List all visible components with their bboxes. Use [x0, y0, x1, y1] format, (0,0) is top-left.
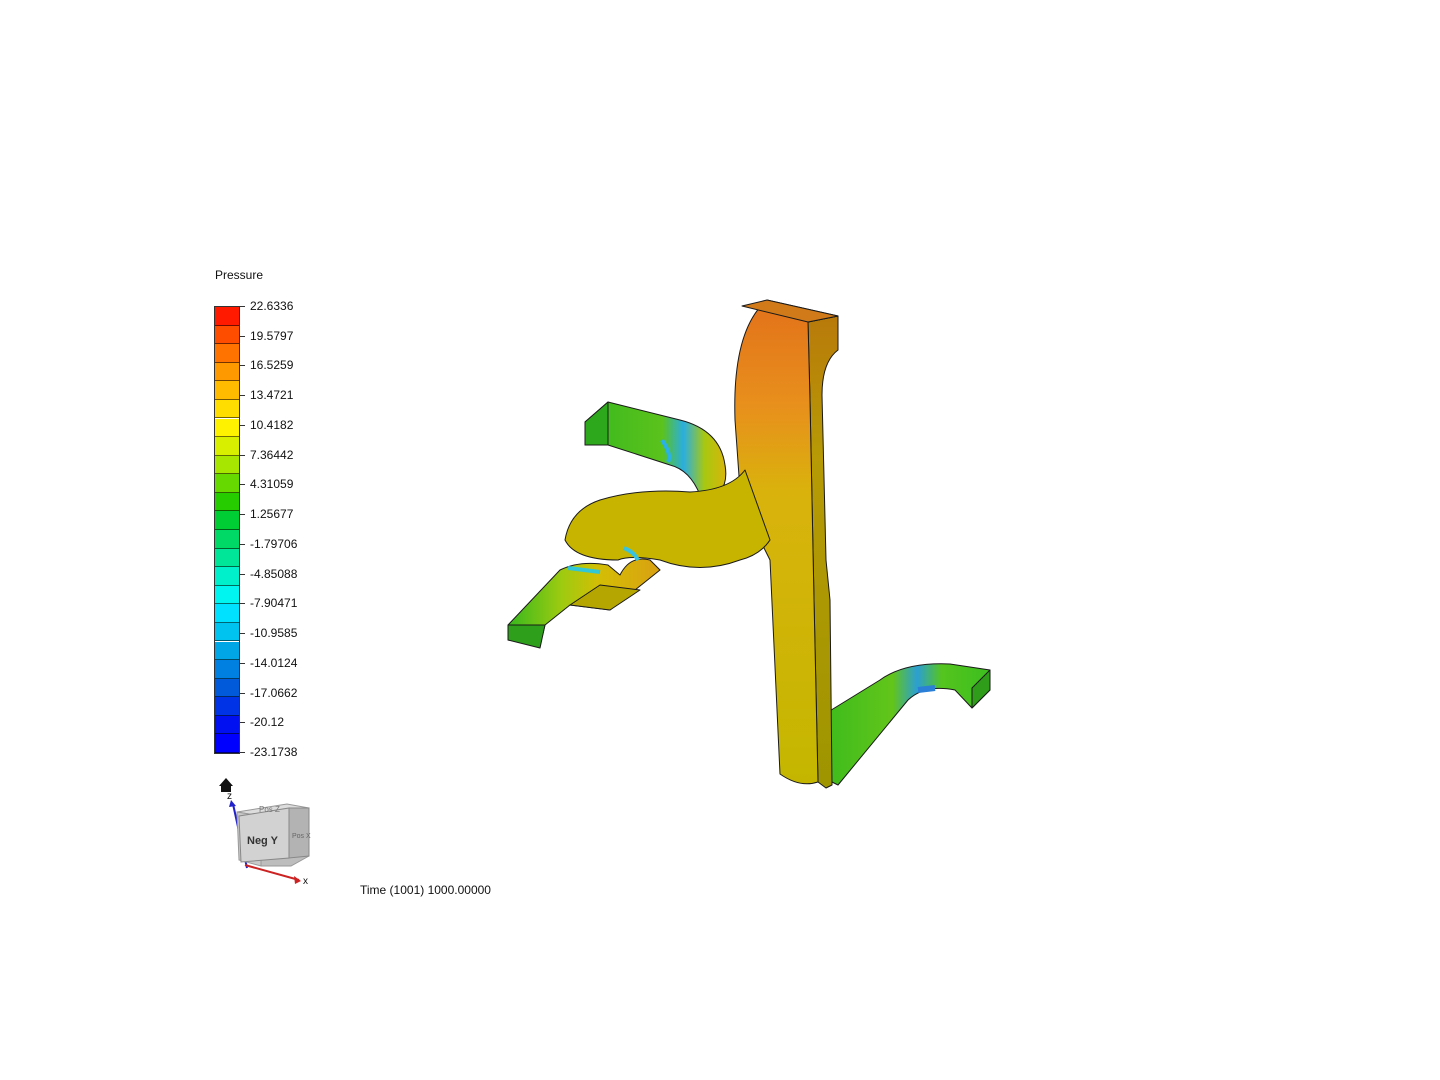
model-viewport[interactable]: [0, 0, 1440, 1080]
view-cube[interactable]: Pos Z Neg Y Pos X: [236, 803, 311, 867]
cube-top-label: Pos Z: [259, 805, 280, 814]
home-icon[interactable]: [219, 778, 233, 792]
time-readout: Time (1001) 1000.00000: [360, 883, 491, 897]
x-axis-label: x: [303, 876, 308, 887]
lower-right-outlet: [827, 663, 991, 786]
cube-front-label: Neg Y: [247, 835, 279, 847]
mid-s-curve: [564, 469, 771, 568]
pipe-model: [507, 299, 991, 789]
cube-side-label: Pos X: [292, 833, 311, 840]
orientation-cube[interactable]: z x Pos Z Neg Y Pos X: [215, 770, 325, 890]
